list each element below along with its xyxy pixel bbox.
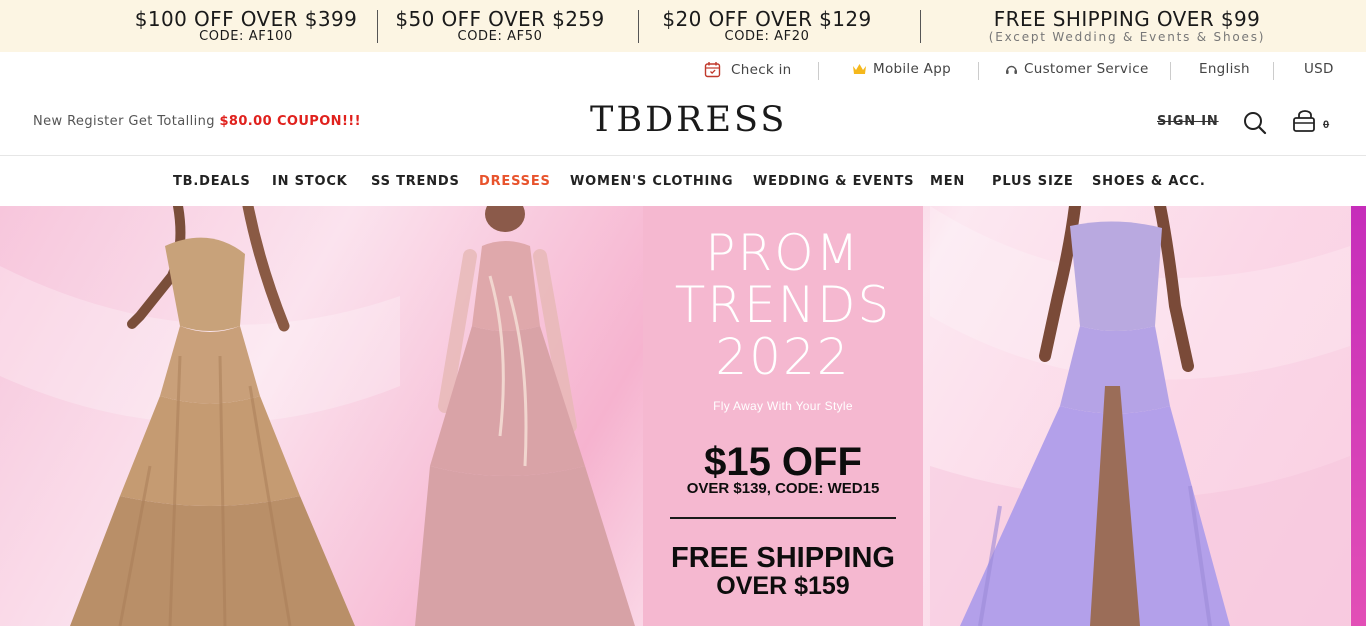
register-promo[interactable]: New Register Get Totalling $80.00 COUPON… (33, 114, 361, 129)
register-suffix: !!! (341, 114, 361, 129)
promo-item-100-off[interactable]: $100 OFF OVER $399 CODE: AF100 (128, 8, 364, 44)
promo-divider (377, 10, 378, 43)
nav-item-in-stock[interactable]: IN STOCK (272, 174, 348, 189)
prom-headline-line-2: TRENDS (674, 276, 892, 334)
site-header: New Register Get Totalling $80.00 COUPON… (0, 86, 1366, 156)
site-logo[interactable]: TBDRESS (590, 100, 787, 140)
utility-divider (978, 62, 979, 80)
promo-code: CODE: AF20 (724, 29, 810, 44)
promo-divider (638, 10, 639, 43)
promo-code: CODE: AF50 (457, 29, 543, 44)
sign-in-link[interactable]: SIGN IN (1157, 114, 1219, 129)
customer-service-label: Customer Service (1024, 61, 1149, 77)
nav-item-ss-trends[interactable]: SS TRENDS (371, 174, 460, 189)
search-icon (1244, 112, 1267, 135)
promo-subtitle: (Except Wedding & Events & Shoes) (988, 30, 1266, 44)
promo-bar: $100 OFF OVER $399 CODE: AF100 $50 OFF O… (0, 0, 1366, 52)
prom-promo-panel[interactable]: PROM TRENDS 2022 Fly Away With Your Styl… (643, 206, 923, 626)
promo-title: $100 OFF OVER $399 (134, 7, 358, 31)
promo-title: $20 OFF OVER $129 (662, 7, 872, 31)
promo-divider (920, 10, 921, 43)
utility-divider (1273, 62, 1274, 80)
search-button[interactable] (1243, 111, 1267, 135)
prom-headline-line-3: 2022 (715, 328, 851, 386)
promo-code: CODE: AF100 (199, 29, 293, 44)
currency-label: USD (1304, 61, 1334, 77)
nav-item-womens-clothing[interactable]: WOMEN'S CLOTHING (570, 174, 733, 189)
offer-headline: $15 OFF (704, 440, 862, 484)
shipping-details: OVER $159 (716, 572, 850, 600)
lavender-gown-model (960, 206, 1230, 626)
nav-item-plus-size[interactable]: PLUS SIZE (992, 174, 1074, 189)
cart-button[interactable]: 0 (1292, 110, 1336, 136)
promo-item-50-off[interactable]: $50 OFF OVER $259 CODE: AF50 (389, 8, 611, 44)
nav-item-men[interactable]: MEN (930, 174, 965, 189)
offer-details: OVER $139, CODE: WED15 (686, 480, 880, 497)
promo-title: $50 OFF OVER $259 (395, 7, 605, 31)
shipping-headline: FREE SHIPPING (671, 542, 895, 574)
language-label: English (1199, 61, 1250, 77)
nav-item-shoes-acc[interactable]: SHOES & ACC. (1092, 174, 1206, 189)
mobile-app-link[interactable]: Mobile App (852, 61, 951, 77)
promo-title: FREE SHIPPING OVER $99 (993, 7, 1261, 31)
hero-banner[interactable]: PROM TRENDS 2022 Fly Away With Your Styl… (0, 206, 1366, 626)
crown-icon (853, 64, 866, 74)
promo-item-20-off[interactable]: $20 OFF OVER $129 CODE: AF20 (655, 8, 879, 44)
blush-gown-model (415, 206, 635, 626)
headset-icon (1006, 65, 1017, 74)
calendar-icon (704, 62, 721, 78)
customer-service-link[interactable]: Customer Service (1005, 61, 1149, 77)
prom-headline-line-1: PROM (705, 224, 861, 282)
check-in-label: Check in (731, 61, 792, 78)
nav-item-dresses[interactable]: DRESSES (479, 174, 551, 189)
utility-bar: Check in Mobile App Customer Service Eng… (0, 56, 1366, 84)
utility-divider (1170, 62, 1171, 80)
nav-item-tb-deals[interactable]: TB.DEALS (173, 174, 251, 189)
currency-selector[interactable]: USD (1304, 61, 1334, 77)
prom-tagline: Fly Away With Your Style (713, 399, 853, 413)
check-in-link[interactable]: Check in (704, 61, 792, 78)
cart-count-badge: 0 (1323, 119, 1330, 131)
mobile-app-label: Mobile App (873, 61, 951, 77)
register-coupon-amount: $80.00 COUPON (219, 114, 342, 129)
language-selector[interactable]: English (1199, 61, 1250, 77)
panel-divider (670, 517, 896, 519)
cart-icon (1293, 110, 1315, 132)
nav-item-wedding-events[interactable]: WEDDING & EVENTS (753, 174, 914, 189)
banner-edge-strip (1351, 206, 1366, 626)
register-prefix: New Register Get Totalling (33, 114, 220, 129)
main-nav: TB.DEALS IN STOCK SS TRENDS DRESSES WOME… (0, 157, 1366, 206)
utility-divider (818, 62, 819, 80)
promo-item-free-shipping[interactable]: FREE SHIPPING OVER $99 (Except Wedding &… (970, 8, 1284, 44)
gold-gown-model (70, 206, 355, 626)
